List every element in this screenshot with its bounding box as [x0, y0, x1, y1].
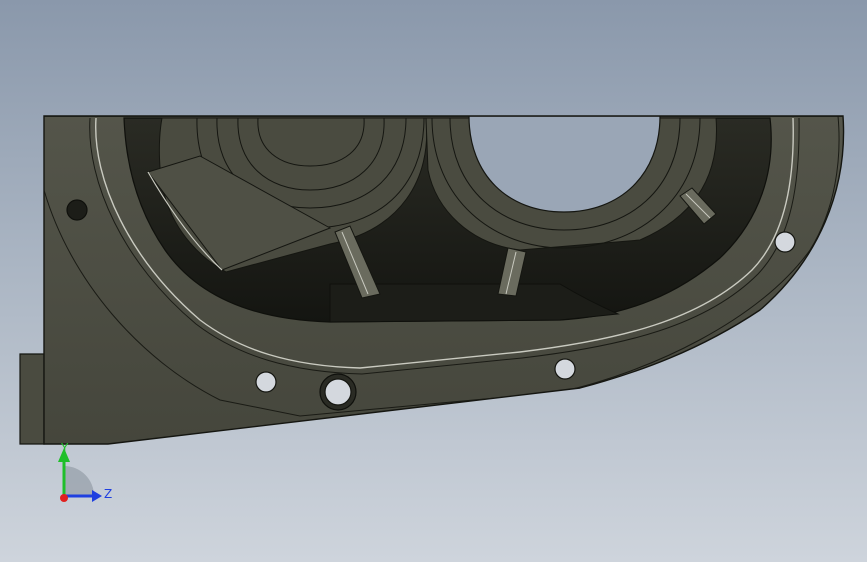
bolt-hole-bottom-right — [554, 358, 576, 380]
y-axis-label: Y — [60, 441, 69, 455]
bolt-hole-left-top — [66, 199, 88, 221]
z-axis-label: Z — [104, 487, 112, 501]
bolt-hole-right — [774, 231, 796, 253]
graphics-viewport[interactable]: Y Z — [0, 0, 867, 562]
dowel-hole — [319, 373, 357, 411]
coordinate-triad-icon: Y Z — [58, 441, 112, 502]
gearbox-housing-model[interactable] — [0, 0, 867, 562]
bolt-hole-bottom-left — [255, 371, 277, 393]
housing-left-step — [19, 353, 45, 445]
